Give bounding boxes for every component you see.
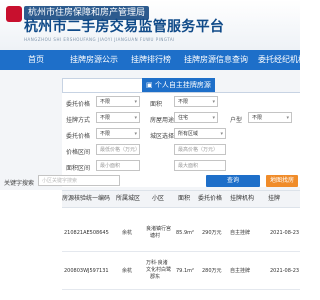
area-label: 面积 [150, 101, 163, 108]
cell-code: 200803WJ597131 [64, 268, 109, 274]
cell-code: 210821AE508645 [64, 230, 109, 236]
tab-personal-label: 个人自主挂牌房源 [154, 81, 211, 89]
layout-label: 户型 [230, 117, 243, 124]
th-area: 面积 [178, 195, 191, 202]
site-header: 杭州市住房保障和房产管理局 杭州市二手房交易监管服务平台 HANGZHOU SH… [0, 0, 300, 50]
entrust-select[interactable]: 不限 ▾ [96, 112, 140, 123]
listing-table-header: 房源核验统一编码 所属城区 小区 面积 委托价格 挂牌机构 挂牌 [62, 190, 300, 208]
chevron-down-icon: ▾ [220, 131, 223, 137]
tab-agency-listings[interactable] [62, 78, 144, 93]
price2-label: 委托价格 [66, 133, 91, 140]
cell-district: 余杭 [122, 230, 133, 236]
cell-area: 79.1m² [176, 268, 195, 274]
entrust-select-value: 不限 [100, 115, 111, 121]
table-row[interactable]: 210821AE508645 余杭 良渚镇行宫 塘村 85.9m² 290万元 … [62, 214, 300, 252]
chevron-down-icon: ▾ [134, 131, 137, 137]
th-date: 挂牌 [268, 195, 281, 202]
usage-select-value: 住宅 [178, 115, 189, 121]
chevron-down-icon: ▾ [134, 99, 137, 105]
usage-select[interactable]: 住宅 ▾ [174, 112, 218, 123]
cell-community-line3[interactable]: 郡东 [150, 274, 160, 281]
chevron-down-icon: ▾ [286, 115, 289, 121]
district-select[interactable]: 所有区域 ▾ [174, 128, 226, 139]
chevron-down-icon: ▾ [134, 115, 137, 121]
th-community: 小区 [152, 195, 165, 202]
nav-listing-query[interactable]: 挂牌房源信息查询 [184, 50, 248, 70]
cell-community-line1[interactable]: 良渚镇行宫 [146, 226, 171, 233]
cell-community-line1[interactable]: 万科·良渚 [146, 260, 168, 267]
table-row[interactable]: 200803WJ597131 余杭 万科·良渚 文化村白鹭 郡东 79.1m² … [62, 252, 300, 290]
nav-home[interactable]: 首页 [28, 50, 44, 70]
keyword-label: 关键字搜索 [4, 180, 35, 187]
price-select[interactable]: 不限 ▾ [96, 96, 140, 107]
price-range-label: 价格区间 [66, 149, 91, 156]
entrust-label: 挂牌方式 [66, 117, 91, 124]
area-select[interactable]: 不限 ▾ [174, 96, 218, 107]
th-district: 所属城区 [116, 195, 141, 202]
platform-pinyin: HANGZHOU SHI ERSHOUFANG JIAOYI JIANGUAN … [24, 37, 175, 42]
cell-date: 2021-08-23 [270, 230, 300, 236]
chevron-down-icon: ▾ [212, 99, 215, 105]
price-min-input[interactable]: 最低价格（万元） [96, 144, 140, 155]
th-code: 房源核验统一编码 [62, 195, 111, 202]
area-range-label: 面积区间 [66, 165, 91, 172]
cell-community-line2[interactable]: 文化村白鹭 [146, 267, 171, 274]
usage-label: 房屋用途 [150, 117, 175, 124]
area-min-input[interactable]: 最小面积 [96, 160, 140, 171]
search-button[interactable]: 查询 [206, 175, 260, 187]
cell-date: 2021-08-23 [270, 268, 300, 274]
th-agency: 挂牌机构 [230, 195, 255, 202]
bureau-name: 杭州市住房保障和房产管理局 [24, 6, 150, 20]
tab-personal-listings[interactable]: ▣ 个人自主挂牌房源 [142, 78, 215, 92]
cell-agency: 自主挂牌 [230, 230, 251, 236]
nav-agency[interactable]: 委托经纪机构 [258, 50, 306, 70]
cell-area: 85.9m² [176, 230, 195, 236]
cell-agency: 自主挂牌 [230, 268, 251, 274]
th-price: 委托价格 [198, 195, 223, 202]
district-label: 城区选择 [150, 133, 175, 140]
layout-select-value: 不限 [252, 115, 263, 121]
price2-select-value: 不限 [100, 131, 111, 137]
platform-title: 杭州市二手房交易监管服务平台 [24, 19, 225, 35]
cell-community-line2[interactable]: 塘村 [150, 233, 160, 240]
cell-price: 290万元 [202, 230, 222, 236]
area-select-value: 不限 [178, 99, 189, 105]
house-icon: ▣ [146, 81, 155, 89]
main-nav: 首页 挂牌房源公示 挂牌排行榜 挂牌房源信息查询 委托经纪机构 [0, 50, 306, 70]
price-select-value: 不限 [100, 99, 111, 105]
cell-price: 280万元 [202, 268, 222, 274]
emblem-logo [6, 6, 22, 22]
price-max-input[interactable]: 最高价格（万元） [174, 144, 226, 155]
nav-listing-ranking[interactable]: 挂牌排行榜 [131, 50, 171, 70]
price2-select[interactable]: 不限 ▾ [96, 128, 140, 139]
region-label: 委托价格 [66, 101, 91, 108]
layout-select[interactable]: 不限 ▾ [248, 112, 292, 123]
area-max-input[interactable]: 最大面积 [174, 160, 226, 171]
nav-listing-notice[interactable]: 挂牌房源公示 [70, 50, 118, 70]
filter-form: 委托价格 不限 ▾ 面积 不限 ▾ 挂牌方式 不限 ▾ 房屋用途 住宅 ▾ 户型 不限 ▾… [62, 92, 300, 187]
district-select-value: 所有区域 [178, 131, 199, 137]
map-search-button[interactable]: 地图找房 [266, 175, 298, 187]
keyword-input[interactable]: 小区关键字搜索 [38, 175, 120, 186]
chevron-down-icon: ▾ [212, 115, 215, 121]
cell-district: 余杭 [122, 268, 133, 274]
